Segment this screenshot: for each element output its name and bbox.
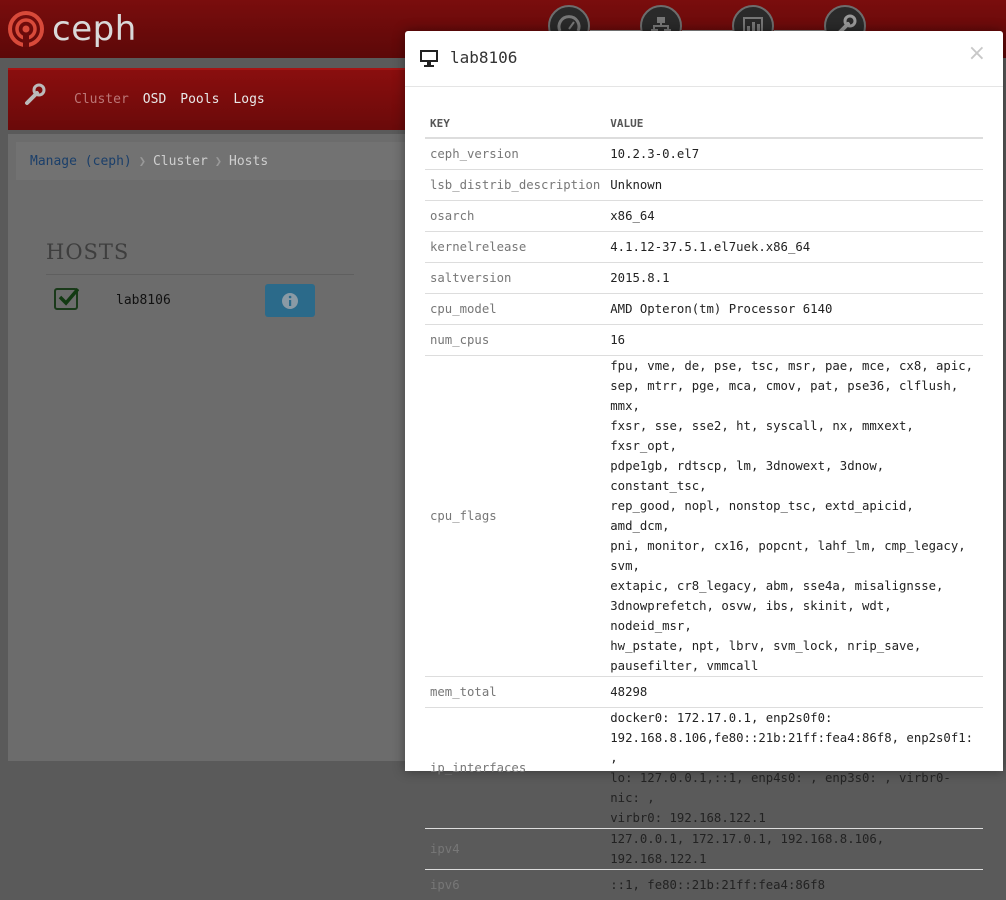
fact-value-line: sep, mtrr, pge, mca, cmov, pat, pse36, c… (610, 378, 959, 413)
table-row: kernelrelease 4.1.12-37.5.1.el7uek.x86_64 (425, 230, 983, 262)
fact-key: mem_total (425, 675, 606, 707)
fact-value-line: 192.168.8.106,fe80::21b:21ff:fea4:86f8, … (610, 730, 974, 765)
host-info-button[interactable] (265, 284, 315, 317)
fact-value-line: extapic, cr8_legacy, abm, sse4a, misalig… (610, 578, 944, 593)
fact-value: 127.0.0.1, 172.17.0.1, 192.168.8.106, 19… (605, 827, 983, 869)
page-title: HOSTS (46, 240, 130, 264)
wrench-icon (25, 83, 46, 105)
fact-value: 10.2.3-0.el7 (605, 137, 983, 169)
table-row: ip_interfaces docker0: 172.17.0.1, enp2s0… (425, 706, 983, 828)
fact-value-line: pni, monitor, cx16, popcnt, lahf_lm, cmp… (610, 538, 966, 573)
fact-value: AMD Opteron(tm) Processor 6140 (605, 292, 983, 324)
content-area (8, 134, 428, 761)
ceph-logo-icon (8, 11, 44, 47)
fact-value: 4.1.12-37.5.1.el7uek.x86_64 (605, 230, 983, 262)
ceph-logo[interactable]: ceph (8, 9, 137, 49)
modal-header: lab8106 × (405, 31, 1003, 87)
fact-key: ip_interfaces (425, 706, 606, 828)
fact-key: osarch (425, 199, 606, 231)
fact-value-line: virbr0: 192.168.122.1 (610, 810, 766, 825)
breadcrumb-hosts: Hosts (229, 153, 269, 169)
fact-value: docker0: 172.17.0.1, enp2s0f0: 192.168.8.… (605, 706, 983, 828)
table-row: saltversion 2015.8.1 (425, 261, 983, 293)
table-body: ceph_version 10.2.3-0.el7 lsb_distrib_desc… (425, 137, 983, 900)
table-row: ipv4 127.0.0.1, 172.17.0.1, 192.168.8.106… (425, 827, 983, 869)
info-icon (282, 292, 298, 309)
fact-value-line: docker0: 172.17.0.1, enp2s0f0: (610, 710, 833, 725)
fact-value-line: pdpe1gb, rdtscp, lm, 3dnowext, 3dnow, co… (610, 458, 885, 493)
close-icon[interactable]: × (968, 43, 986, 65)
subnav-logs[interactable]: Logs (233, 92, 264, 107)
table-row: ceph_version 10.2.3-0.el7 (425, 137, 983, 169)
breadcrumb: Manage (ceph) ❯ Cluster ❯ Hosts (16, 142, 426, 180)
fact-key: kernelrelease (425, 230, 606, 262)
column-key: KEY (425, 109, 606, 139)
fact-value: x86_64 (605, 199, 983, 231)
host-name[interactable]: lab8106 (116, 293, 171, 308)
table-row: ipv6::1, fe80::21b:21ff:fea4:86f8 (425, 868, 983, 900)
table-row: cpu_model AMD Opteron(tm) Processor 6140 (425, 292, 983, 324)
fact-key: cpu_model (425, 292, 606, 324)
breadcrumb-cluster[interactable]: Cluster (153, 154, 208, 169)
chevron-right-icon: ❯ (214, 154, 223, 168)
fact-key: ipv4 (425, 827, 606, 869)
sub-navigation: Cluster OSD Pools Logs (8, 68, 428, 130)
fact-key: ipv6 (425, 868, 606, 900)
subnav-pools[interactable]: Pools (180, 92, 219, 107)
fact-value: Unknown (605, 168, 983, 200)
fact-key: ceph_version (425, 137, 606, 169)
monitor-icon (420, 50, 438, 67)
breadcrumb-manage[interactable]: Manage (ceph) (30, 154, 132, 169)
subnav-cluster[interactable]: Cluster (74, 92, 129, 107)
fact-key: cpu_flags (425, 354, 606, 676)
fact-value-line: fxsr, sse, sse2, ht, syscall, nx, mmxext… (610, 418, 914, 453)
fact-key: saltversion (425, 261, 606, 293)
subnav-osd[interactable]: OSD (143, 92, 166, 107)
table-row: num_cpus 16 (425, 323, 983, 355)
fact-value-line: lo: 127.0.0.1,::1, enp4s0: , enp3s0: , v… (610, 770, 951, 805)
host-checkbox[interactable] (54, 287, 79, 310)
checkmark-icon (58, 287, 79, 306)
table-row: lsb_distrib_description Unknown (425, 168, 983, 200)
host-facts-table: KEY VALUE ceph_version 10.2.3-0.el7 lsb_di… (425, 109, 983, 900)
fact-key: lsb_distrib_description (425, 168, 606, 200)
fact-value-line: hw_pstate, npt, lbrv, svm_lock, nrip_sav… (610, 638, 922, 653)
table-row: mem_total 48298 (425, 675, 983, 707)
column-value: VALUE (605, 109, 983, 139)
fact-value: fpu, vme, de, pse, tsc, msr, pae, mce, c… (605, 354, 983, 676)
fact-value-line: rep_good, nopl, nonstop_tsc, extd_apicid… (610, 498, 914, 533)
modal-title: lab8106 (450, 48, 518, 67)
fact-value-line: fpu, vme, de, pse, tsc, msr, pae, mce, c… (610, 358, 974, 373)
host-details-modal: lab8106 × KEY VALUE ceph_version 10.2.3-0… (405, 31, 1003, 900)
table-row: cpu_flags fpu, vme, de, pse, tsc, msr, pa… (425, 354, 983, 676)
fact-value-line: 3dnowprefetch, osvw, ibs, skinit, wdt, n… (610, 598, 892, 633)
divider (46, 274, 354, 275)
fact-value: 48298 (605, 675, 983, 707)
table-header: KEY VALUE (425, 109, 983, 139)
fact-key: num_cpus (425, 323, 606, 355)
table-row: osarch x86_64 (425, 199, 983, 231)
fact-value: ::1, fe80::21b:21ff:fea4:86f8 (605, 868, 983, 900)
chevron-right-icon: ❯ (138, 154, 146, 168)
fact-value-line: pausefilter, vmmcall (610, 658, 759, 673)
fact-value: 16 (605, 323, 983, 355)
logo-text: ceph (52, 9, 137, 49)
fact-value: 2015.8.1 (605, 261, 983, 293)
